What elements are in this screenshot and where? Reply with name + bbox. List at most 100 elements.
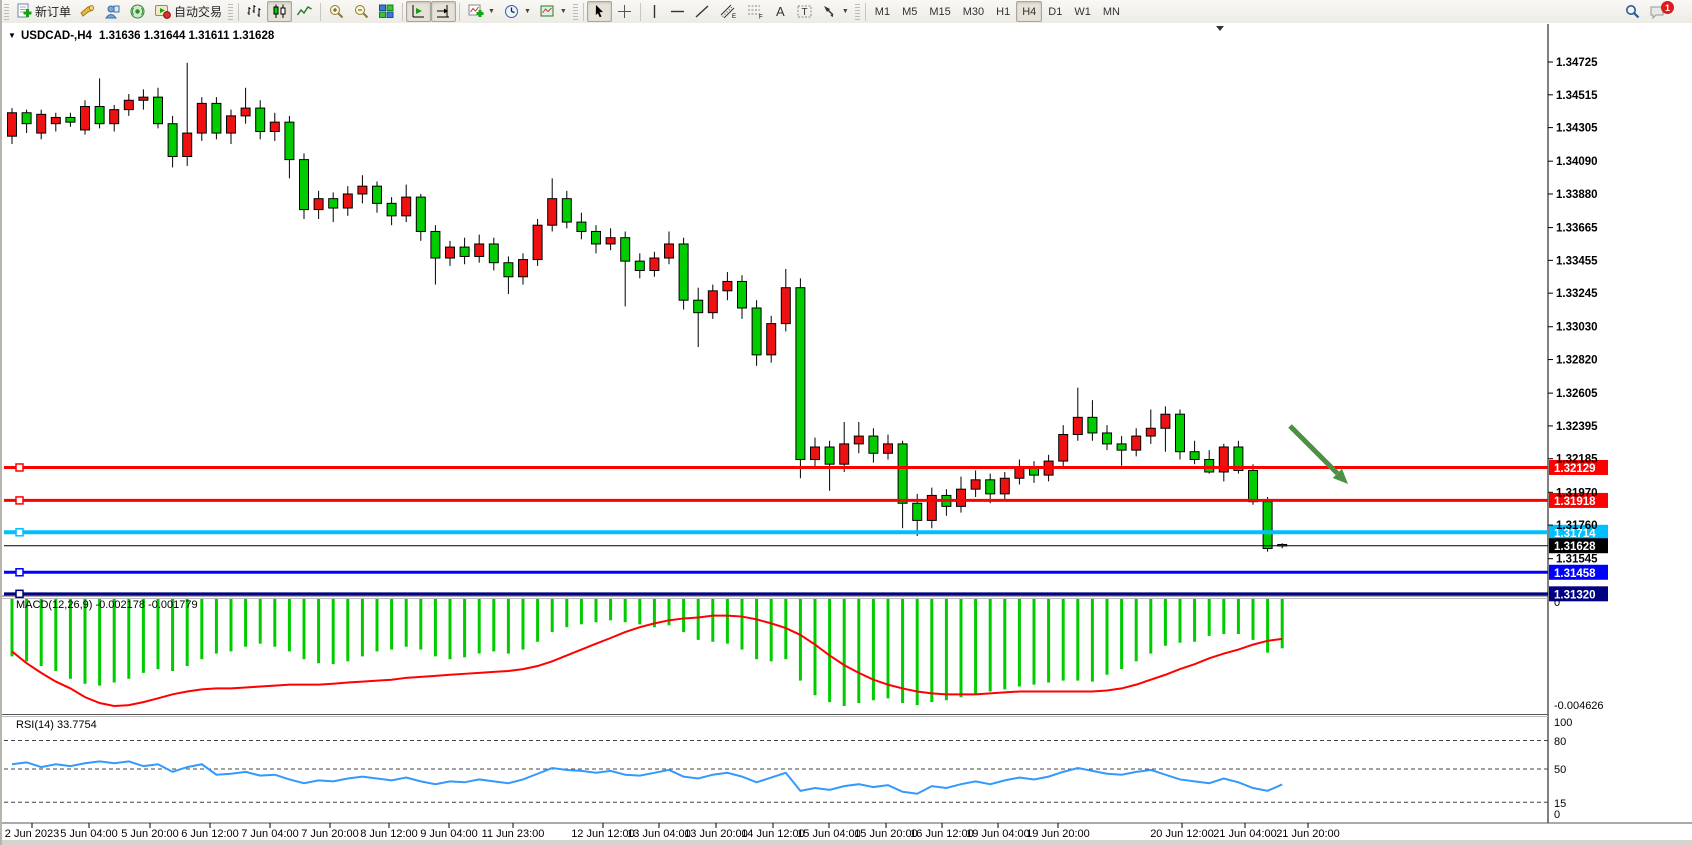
candle (592, 231, 601, 243)
zoom-in-button[interactable] (324, 1, 349, 22)
time-tick-label: 9 Jun 04:00 (420, 828, 478, 840)
tf-h1-button[interactable]: H1 (990, 1, 1016, 22)
tf-h4-button[interactable]: H4 (1016, 1, 1042, 22)
fibonacci-button[interactable]: F (742, 1, 769, 22)
navigator-button[interactable] (100, 1, 125, 22)
candle (621, 238, 630, 261)
hline-handle[interactable] (16, 464, 23, 471)
tf-m5-button[interactable]: M5 (896, 1, 923, 22)
candle (665, 244, 674, 258)
autotrading-icon (154, 3, 171, 20)
toolbar-grip[interactable] (573, 4, 578, 20)
text-button[interactable]: A (769, 1, 792, 22)
line-chart-icon (296, 3, 313, 20)
candle (227, 116, 236, 133)
chat-notification-badge: 1 (1661, 1, 1674, 14)
autotrading-button[interactable]: 自动交易 (150, 1, 226, 22)
tf-w1-button[interactable]: W1 (1068, 1, 1097, 22)
hline-handle[interactable] (16, 497, 23, 504)
candle (110, 110, 119, 124)
webcast-button[interactable] (125, 1, 150, 22)
time-tick-label: 15 Jun 04:00 (797, 828, 861, 840)
cursor-button[interactable] (587, 1, 612, 22)
horizontal-line-button[interactable] (665, 1, 690, 22)
candle (358, 186, 367, 194)
chart-background (2, 23, 1692, 845)
crosshair-button[interactable] (612, 1, 637, 22)
toolbar-grip[interactable] (228, 4, 233, 20)
vertical-line-icon (648, 3, 661, 20)
candle (241, 108, 250, 116)
price-tick-label: 1.31970 (1556, 487, 1598, 499)
tf-m1-button[interactable]: M1 (869, 1, 896, 22)
rsi-axis-100: 100 (1554, 717, 1572, 729)
rsi-label: RSI(14) 33.7754 (16, 719, 97, 731)
tf-d1-button[interactable]: D1 (1042, 1, 1068, 22)
chevron-down-icon: ▼ (560, 8, 567, 15)
new-order-button[interactable]: 新订单 (11, 1, 75, 22)
bar-chart-button[interactable] (242, 1, 267, 22)
periods-button[interactable]: ▼ (499, 1, 535, 22)
chart-shift-button[interactable] (431, 1, 456, 22)
trendline-button[interactable] (690, 1, 715, 22)
toolbar-grip[interactable] (855, 4, 860, 20)
autoscroll-button[interactable] (406, 1, 431, 22)
candle (635, 261, 644, 270)
zoom-in-icon (328, 3, 345, 20)
time-tick-label: 12 Jun 12:00 (571, 828, 635, 840)
tile-windows-icon (378, 3, 395, 20)
crosshair-icon (616, 3, 633, 20)
chart-menu-icon[interactable]: ▼ (8, 31, 16, 40)
tf-mn-button[interactable]: MN (1097, 1, 1126, 22)
candle (416, 197, 425, 231)
new-order-icon (15, 3, 32, 20)
search-button[interactable] (1620, 1, 1645, 22)
macd-label: MACD(12,26,9) -0.002178 -0.001779 (16, 599, 198, 611)
hline-handle[interactable] (16, 569, 23, 576)
candle (154, 97, 163, 124)
vertical-line-button[interactable] (644, 1, 665, 22)
zoom-out-button[interactable] (349, 1, 374, 22)
horizontal-line-icon (669, 3, 686, 20)
candle (957, 489, 966, 506)
arrows-button[interactable]: ▼ (817, 1, 853, 22)
candle (300, 160, 309, 210)
search-icon (1624, 3, 1641, 20)
chat-button[interactable]: 1 (1645, 1, 1686, 22)
candlestick-chart-button[interactable] (267, 1, 292, 22)
tf-m30-button[interactable]: M30 (957, 1, 990, 22)
candle (197, 103, 206, 133)
rsi-axis-50: 50 (1554, 764, 1566, 776)
channel-button[interactable]: E (715, 1, 742, 22)
hline-handle[interactable] (16, 529, 23, 536)
zoom-out-icon (353, 3, 370, 20)
chart-canvas[interactable]: 1.321291.319181.317141.316281.314581.313… (2, 23, 1692, 845)
candle (738, 281, 747, 308)
market-watch-button[interactable] (75, 1, 100, 22)
svg-text:F: F (759, 15, 763, 21)
candle (1073, 417, 1082, 434)
candle (781, 288, 790, 324)
candle (708, 291, 717, 313)
arrow-tool-icon (821, 3, 838, 20)
candle (825, 447, 834, 464)
candle (986, 480, 995, 494)
chart-shift-icon (435, 3, 452, 20)
hline-handle[interactable] (16, 590, 23, 597)
tile-windows-button[interactable] (374, 1, 399, 22)
navigator-icon (104, 3, 121, 20)
signal-icon (129, 3, 146, 20)
line-chart-button[interactable] (292, 1, 317, 22)
indicators-button[interactable]: ▼ (463, 1, 499, 22)
price-tick-label: 1.33455 (1556, 255, 1598, 267)
time-tick-label: 6 Jun 12:00 (181, 828, 239, 840)
tf-m15-button[interactable]: M15 (923, 1, 956, 22)
candle (1190, 452, 1199, 460)
toolbar-grip[interactable] (4, 4, 9, 20)
templates-button[interactable]: ▼ (535, 1, 571, 22)
text-label-button[interactable]: T (792, 1, 817, 22)
candle (1249, 470, 1258, 501)
candle (37, 114, 46, 133)
time-tick-label: 21 Jun 04:00 (1213, 828, 1277, 840)
macd-axis-zero: 0 (1554, 597, 1560, 609)
